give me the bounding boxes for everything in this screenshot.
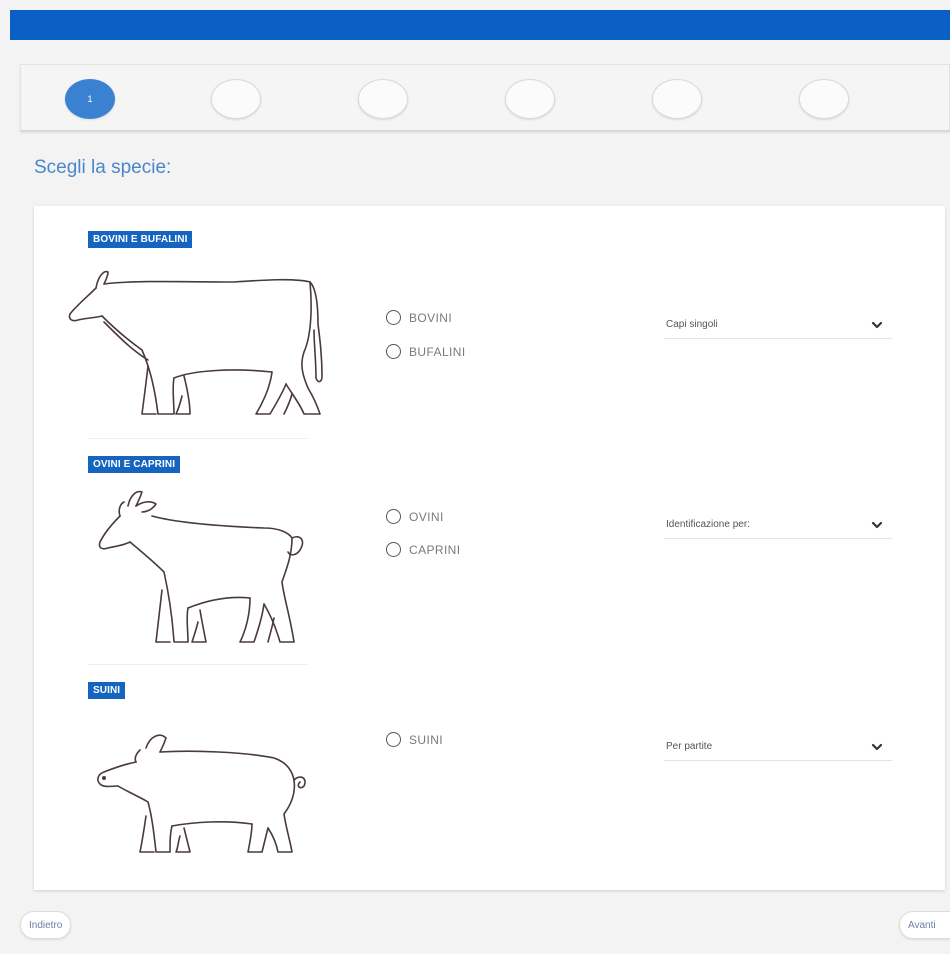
cow-icon	[68, 270, 323, 415]
radio-label: BOVINI	[409, 310, 453, 325]
chevron-down-icon	[871, 321, 883, 328]
radio-ovini[interactable]: OVINI	[386, 509, 444, 524]
section-tag: OVINI E CAPRINI	[88, 456, 181, 473]
select-value: Per partite	[666, 741, 713, 752]
select-value: Capi singoli	[666, 319, 718, 330]
next-button[interactable]: Avanti	[899, 911, 950, 939]
page-title: Scegli la specie:	[34, 157, 172, 178]
section-tag: BOVINI E BUFALINI	[88, 231, 193, 248]
select-value: Identificazione per:	[666, 519, 750, 530]
back-button[interactable]: Indietro	[20, 911, 72, 939]
section-tag: SUINI	[88, 682, 126, 699]
step-number: 1	[87, 94, 93, 104]
radio-bufalini[interactable]: BUFALINI	[386, 344, 466, 359]
select-identification-ovini[interactable]: Identificazione per:	[664, 511, 892, 539]
step-2[interactable]	[211, 79, 261, 119]
step-6[interactable]	[799, 79, 849, 119]
pig-icon	[97, 734, 306, 853]
goat-icon	[98, 490, 304, 643]
section-divider	[88, 664, 308, 665]
step-1[interactable]: 1	[65, 79, 115, 119]
top-app-bar	[10, 10, 950, 40]
radio-label: BUFALINI	[409, 344, 466, 359]
radio-circle[interactable]	[386, 542, 401, 557]
wizard-stepper: 1	[20, 64, 950, 132]
step-4[interactable]	[505, 79, 555, 119]
radio-circle[interactable]	[386, 344, 401, 359]
radio-label: SUINI	[409, 732, 444, 747]
step-3[interactable]	[358, 79, 408, 119]
radio-circle[interactable]	[386, 732, 401, 747]
radio-suini[interactable]: SUINI	[386, 732, 443, 747]
radio-caprini[interactable]: CAPRINI	[386, 542, 460, 557]
radio-circle[interactable]	[386, 310, 401, 325]
chevron-down-icon	[871, 521, 883, 528]
select-identification-suini[interactable]: Per partite	[664, 733, 892, 761]
select-identification-bovini[interactable]: Capi singoli	[664, 311, 892, 339]
species-card: BOVINI E BUFALINI BOVINI BUFALINI Capi s…	[34, 206, 945, 890]
radio-bovini[interactable]: BOVINI	[386, 310, 452, 325]
section-divider	[88, 438, 308, 439]
radio-circle[interactable]	[386, 509, 401, 524]
step-5[interactable]	[652, 79, 702, 119]
radio-label: CAPRINI	[409, 542, 461, 557]
page: 1 Scegli la specie: BOVINI E BUFALINI BO…	[0, 0, 950, 954]
chevron-down-icon	[871, 743, 883, 750]
radio-label: OVINI	[409, 509, 444, 524]
